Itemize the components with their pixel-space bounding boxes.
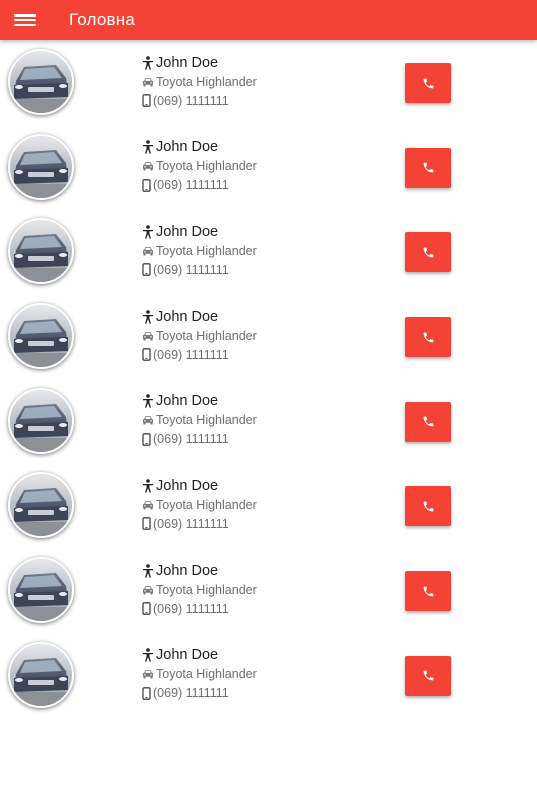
call-button[interactable] — [405, 147, 451, 188]
phone-call-icon — [422, 415, 435, 428]
contact-car: Toyota Highlander — [156, 497, 257, 512]
contact-car: Toyota Highlander — [156, 328, 257, 343]
list-item[interactable]: John Doe Toyota Highlander (069) 1111111 — [0, 40, 537, 125]
contact-car: Toyota Highlander — [156, 243, 257, 258]
mobile-phone-icon — [142, 517, 151, 531]
person-icon — [142, 309, 154, 324]
car-icon — [142, 500, 154, 510]
car-icon — [142, 331, 154, 341]
contact-name: John Doe — [156, 477, 219, 494]
mobile-phone-icon — [142, 94, 151, 107]
contact-phone: (069) 1111111 — [153, 347, 229, 362]
contact-phone: (069) 1111111 — [153, 432, 229, 447]
phone-call-icon — [422, 77, 435, 90]
contact-info: John Doe Toyota Highlander (069) 1111111 — [142, 307, 257, 364]
list-item[interactable]: John Doe Toyota Highlander (069) 1111111 — [0, 379, 537, 464]
car-icon — [142, 77, 154, 87]
car-photo-avatar — [8, 303, 74, 370]
contact-name: John Doe — [156, 54, 219, 71]
contact-phone: (069) 1111111 — [153, 516, 229, 531]
phone-call-icon — [422, 669, 435, 682]
contact-phone: (069) 1111111 — [153, 178, 229, 193]
page-title: Головна — [69, 10, 135, 29]
contact-car: Toyota Highlander — [156, 413, 257, 428]
contact-info: John Doe Toyota Highlander (069) 1111111 — [142, 476, 257, 533]
car-photo-avatar — [8, 49, 74, 115]
car-photo-avatar — [8, 218, 74, 285]
person-icon — [142, 563, 154, 578]
car-photo-avatar — [8, 387, 74, 454]
person-icon — [142, 225, 154, 239]
list-item[interactable]: John Doe Toyota Highlander (069) 1111111 — [0, 209, 537, 294]
call-button[interactable] — [405, 232, 451, 273]
contact-name: John Doe — [156, 308, 219, 325]
call-button[interactable] — [405, 655, 451, 696]
mobile-phone-icon — [142, 686, 151, 700]
contact-name: John Doe — [156, 647, 219, 664]
contact-phone: (069) 1111111 — [153, 93, 229, 108]
list-item[interactable]: John Doe Toyota Highlander (069) 1111111 — [0, 463, 537, 548]
contact-info: John Doe Toyota Highlander (069) 1111111 — [142, 53, 257, 110]
mobile-phone-icon — [142, 178, 151, 192]
person-icon — [142, 55, 154, 70]
hamburger-menu-icon[interactable] — [14, 11, 36, 29]
contact-phone: (069) 1111111 — [153, 262, 229, 277]
contact-phone: (069) 1111111 — [153, 686, 229, 701]
contact-info: John Doe Toyota Highlander (069) 1111111 — [142, 561, 257, 618]
mobile-phone-icon — [142, 263, 151, 277]
contact-name: John Doe — [156, 562, 219, 579]
contact-phone: (069) 1111111 — [153, 601, 229, 616]
car-photo-avatar — [8, 133, 74, 200]
car-photo-avatar — [8, 641, 74, 708]
contact-name: John Doe — [156, 393, 219, 410]
car-icon — [142, 246, 154, 256]
phone-call-icon — [422, 500, 435, 513]
contact-name: John Doe — [156, 139, 219, 156]
call-button[interactable] — [405, 317, 451, 358]
list-item[interactable]: John Doe Toyota Highlander (069) 1111111 — [0, 633, 537, 718]
list-item[interactable]: John Doe Toyota Highlander (069) 1111111 — [0, 294, 537, 379]
person-icon — [142, 479, 154, 493]
call-button[interactable] — [405, 571, 451, 612]
contact-info: John Doe Toyota Highlander (069) 1111111 — [142, 222, 257, 279]
car-photo-avatar — [8, 472, 74, 539]
person-icon — [142, 140, 154, 154]
phone-call-icon — [422, 331, 435, 344]
contact-info: John Doe Toyota Highlander (069) 1111111 — [142, 646, 257, 703]
contact-info: John Doe Toyota Highlander (069) 1111111 — [142, 392, 257, 449]
car-icon — [142, 669, 154, 679]
call-button[interactable] — [405, 401, 451, 442]
mobile-phone-icon — [142, 432, 151, 446]
app-bar: Головна — [0, 0, 537, 40]
person-icon — [142, 394, 154, 408]
car-icon — [142, 415, 154, 425]
contact-info: John Doe Toyota Highlander (069) 1111111 — [142, 138, 257, 195]
car-icon — [142, 585, 154, 595]
list-item[interactable]: John Doe Toyota Highlander (069) 1111111 — [0, 548, 537, 633]
contact-name: John Doe — [156, 223, 219, 240]
contact-list: John Doe Toyota Highlander (069) 1111111… — [0, 40, 537, 718]
phone-call-icon — [422, 585, 435, 598]
contact-car: Toyota Highlander — [156, 74, 257, 89]
contact-car: Toyota Highlander — [156, 667, 257, 682]
contact-car: Toyota Highlander — [156, 159, 257, 174]
phone-call-icon — [422, 161, 435, 174]
call-button[interactable] — [405, 63, 451, 103]
mobile-phone-icon — [142, 348, 151, 361]
phone-call-icon — [422, 246, 435, 259]
car-photo-avatar — [8, 557, 74, 624]
call-button[interactable] — [405, 486, 451, 527]
list-item[interactable]: John Doe Toyota Highlander (069) 1111111 — [0, 125, 537, 210]
person-icon — [142, 648, 154, 662]
car-icon — [142, 161, 154, 171]
contact-car: Toyota Highlander — [156, 582, 257, 597]
mobile-phone-icon — [142, 602, 151, 615]
